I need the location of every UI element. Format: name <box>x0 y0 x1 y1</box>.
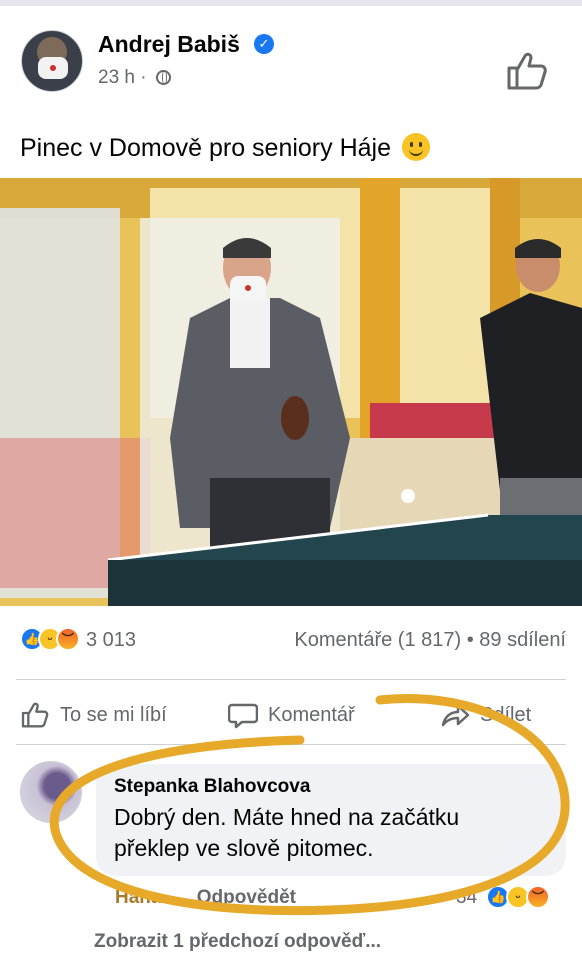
divider <box>16 679 566 680</box>
commenter-name[interactable]: Stepanka Blahovcova <box>114 776 548 798</box>
comment-text-line-2: překlep ve slově pitomec. <box>114 835 374 861</box>
comment-text-line-1: Dobrý den. Máte hned na začátku <box>114 804 460 830</box>
like-thumb-icon <box>21 702 49 728</box>
author-avatar[interactable] <box>21 30 83 92</box>
smiley-emoji-icon <box>401 133 430 161</box>
post-author-name[interactable]: Andrej Babiš <box>98 31 240 58</box>
caption-text: Pinec v Domově pro seniory Háje <box>20 134 391 162</box>
share-button[interactable]: Sdílet <box>440 700 531 730</box>
like-label: To se mi líbí <box>60 703 167 726</box>
like-button[interactable]: To se mi líbí <box>20 700 167 730</box>
share-label: Sdílet <box>480 703 532 726</box>
divider <box>16 744 566 745</box>
commenter-avatar[interactable] <box>20 761 82 823</box>
reaction-angry-icon: ︶ <box>526 885 550 909</box>
share-arrow-icon <box>441 704 470 727</box>
comment-bubble-icon <box>228 703 258 729</box>
comment-label: Komentář <box>268 703 355 726</box>
comment-button[interactable]: Komentář <box>228 700 355 730</box>
reaction-angry-icon: ︶ <box>56 627 80 651</box>
comment-reply-link[interactable]: Odpovědět <box>197 887 296 908</box>
comment-like-link[interactable]: Hana <box>115 887 161 908</box>
comment-reaction-count: 34 <box>456 887 478 908</box>
like-thumb-icon[interactable] <box>505 50 549 92</box>
post-caption: Pinec v Domově pro seniory Háje <box>20 133 430 163</box>
comments-shares-count[interactable]: Komentáře (1 817) • 89 sdílení <box>294 629 566 652</box>
globe-icon <box>155 70 171 85</box>
comment-bubble: Stepanka Blahovcova Dobrý den. Máte hned… <box>96 764 566 876</box>
comment-actions: Hana Odpovědět <box>115 887 296 909</box>
top-divider <box>0 0 582 6</box>
post-photo[interactable] <box>0 178 582 606</box>
show-previous-replies-link[interactable]: Zobrazit 1 předchozí odpověď... <box>94 931 381 953</box>
meta-separator: · <box>140 67 147 88</box>
post-time[interactable]: 23 h <box>98 67 135 88</box>
post-meta: 23 h · <box>98 67 171 89</box>
reaction-count[interactable]: 3 013 <box>86 629 136 652</box>
verified-badge-icon: ✓ <box>254 34 274 54</box>
